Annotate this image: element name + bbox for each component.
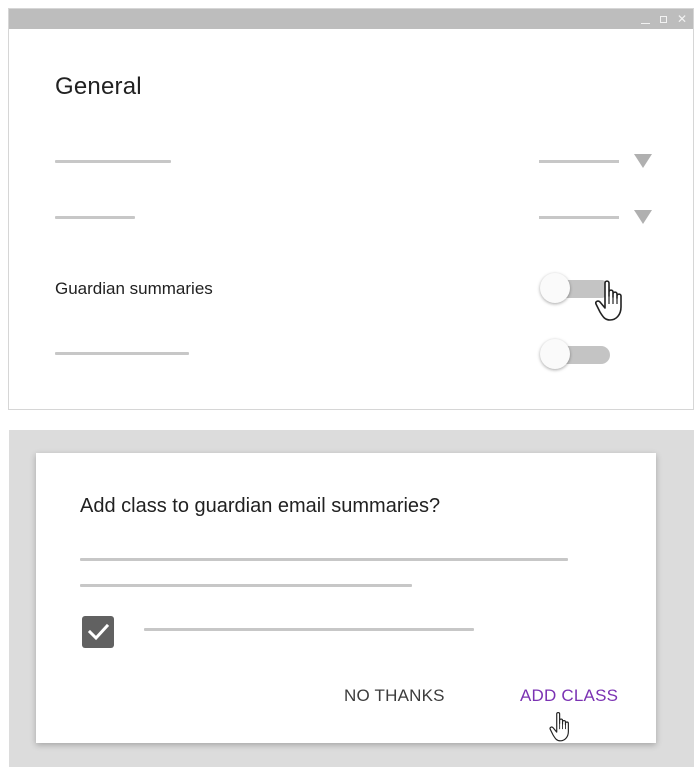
- dialog-checkbox[interactable]: [82, 616, 114, 648]
- setting-toggle-4[interactable]: [540, 339, 612, 369]
- title-bar: ✕: [9, 9, 693, 29]
- minimize-icon[interactable]: [640, 22, 650, 24]
- dialog-text-placeholder-1: [80, 558, 568, 561]
- close-icon[interactable]: ✕: [677, 11, 687, 27]
- toggle-knob: [540, 273, 570, 303]
- dropdown-1[interactable]: [539, 152, 659, 172]
- section-title: General: [55, 73, 142, 100]
- hand-pointer-icon: [595, 280, 622, 321]
- dropdown-value-placeholder: [539, 216, 619, 219]
- chevron-down-icon: [634, 154, 652, 168]
- setting-placeholder-3: [55, 352, 189, 355]
- dropdown-2[interactable]: [539, 208, 659, 228]
- add-class-dialog: Add class to guardian email summaries? N…: [36, 453, 656, 743]
- dropdown-value-placeholder: [539, 160, 619, 163]
- settings-window: ✕ General Guardian summaries: [8, 8, 694, 410]
- dialog-title: Add class to guardian email summaries?: [80, 495, 441, 517]
- add-class-button[interactable]: ADD CLASS: [520, 686, 618, 706]
- no-thanks-button[interactable]: NO THANKS: [344, 686, 445, 706]
- maximize-icon[interactable]: [659, 15, 667, 23]
- setting-placeholder-2: [55, 216, 135, 219]
- toggle-knob: [540, 339, 570, 369]
- guardian-summaries-label: Guardian summaries: [55, 279, 213, 298]
- setting-placeholder-1: [55, 160, 171, 163]
- page: ✕ General Guardian summaries Add class t…: [0, 0, 696, 767]
- chevron-down-icon: [634, 210, 652, 224]
- check-icon: [87, 623, 110, 641]
- hand-pointer-icon: [549, 711, 569, 742]
- window-controls: ✕: [640, 11, 687, 27]
- dialog-text-placeholder-2: [80, 584, 412, 587]
- checkbox-label-placeholder: [144, 628, 474, 631]
